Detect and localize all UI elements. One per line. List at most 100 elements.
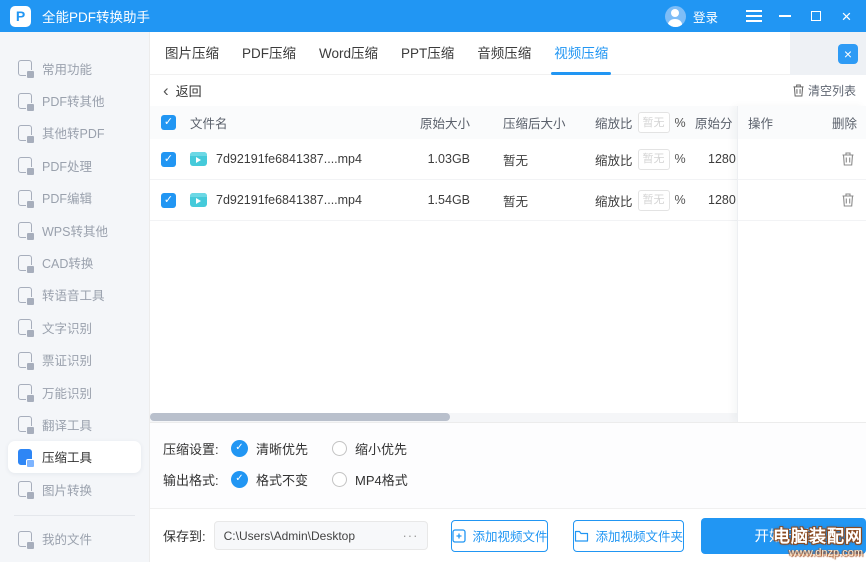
start-compress-button[interactable]: 开始压缩 [701, 517, 866, 554]
my-files-icon [18, 530, 35, 550]
sidebar-item-cad-convert[interactable]: CAD转换 [0, 246, 149, 278]
add-video-folder-button[interactable]: 添加视频文件夹 [573, 519, 684, 552]
select-all-checkbox[interactable] [161, 115, 176, 130]
scale-ratio-input[interactable] [637, 189, 670, 211]
scale-ratio-input[interactable] [637, 148, 670, 170]
option-size-first[interactable]: 缩小优先 [355, 439, 407, 458]
tab-word-compress[interactable]: Word压缩 [319, 32, 378, 75]
hamburger-icon [745, 15, 762, 17]
compress-setting-row: 压缩设置: 清晰优先 缩小优先 [163, 438, 431, 458]
save-path-input[interactable] [223, 528, 403, 543]
main-panel: 图片压缩 PDF压缩 Word压缩 PPT压缩 音频压缩 视频压缩 × ‹ 返回 … [150, 32, 866, 562]
row-compressed-size: 暂无 [503, 153, 529, 168]
close-button[interactable]: × [831, 0, 862, 32]
row-original-size: 1.03GB [427, 152, 470, 166]
sidebar-item-common-functions[interactable]: 常用功能 [0, 52, 149, 84]
menu-button[interactable] [738, 0, 769, 32]
close-icon: × [841, 6, 852, 26]
cad-convert-icon [18, 254, 35, 274]
radio-clarity-first-selected[interactable] [231, 439, 248, 457]
sidebar-item-pdf-edit[interactable]: PDF编辑 [0, 182, 149, 214]
sidebar-item-to-speech[interactable]: 转语音工具 [0, 279, 149, 311]
compress-setting-label: 压缩设置: [163, 441, 219, 457]
add-file-icon [452, 528, 467, 543]
tab-image-compress[interactable]: 图片压缩 [165, 32, 219, 75]
row-checkbox[interactable] [161, 151, 176, 167]
add-video-file-button[interactable]: 添加视频文件 [451, 519, 549, 552]
video-file-icon [190, 152, 207, 166]
sidebar-item-label: 其他转PDF [42, 127, 105, 142]
compress-settings-panel: 压缩设置: 清晰优先 缩小优先 输出格式: 格式不变 MP4格式 [150, 422, 866, 508]
compress-tools-icon [18, 448, 35, 468]
pdf-edit-icon [18, 189, 35, 209]
sidebar-item-label: 票证识别 [42, 354, 93, 369]
scrollbar-thumb[interactable] [150, 413, 450, 421]
sidebar-item-pdf-process[interactable]: PDF处理 [0, 149, 149, 181]
header-operation: 操作 [748, 117, 774, 131]
sidebar-item-compress-tools[interactable]: 压缩工具 [8, 440, 141, 474]
translate-tools-icon [18, 416, 35, 436]
universal-ocr-icon [18, 384, 35, 404]
start-compress-label: 开始压缩 [754, 529, 813, 545]
output-format-label: 输出格式: [163, 472, 219, 488]
wps-to-other-icon [18, 222, 35, 242]
action-header: 操作 删除 [738, 106, 866, 139]
sidebar-item-text-ocr[interactable]: 文字识别 [0, 311, 149, 343]
output-format-row: 输出格式: 格式不变 MP4格式 [163, 469, 432, 489]
row-scale-label: 缩放比 [595, 194, 633, 209]
horizontal-scrollbar[interactable] [150, 413, 737, 422]
radio-mp4-format[interactable] [332, 471, 348, 487]
login-button[interactable]: 登录 [693, 7, 718, 26]
option-mp4-format[interactable]: MP4格式 [355, 470, 408, 489]
close-panel-button[interactable]: × [838, 43, 858, 64]
sidebar-item-label: 图片转换 [42, 483, 93, 498]
clear-list-button[interactable]: 清空列表 [793, 82, 856, 99]
tab-pdf-compress[interactable]: PDF压缩 [242, 32, 296, 75]
footer-bar: 保存到: ··· 添加视频文件 添加视频文件夹 开始压缩 [150, 508, 866, 562]
sidebar-item-universal-ocr[interactable]: 万能识别 [0, 376, 149, 408]
sidebar-item-translate-tools[interactable]: 翻译工具 [0, 408, 149, 440]
radio-size-first[interactable] [332, 440, 348, 456]
delete-row-button[interactable] [842, 152, 854, 166]
user-avatar-icon[interactable] [664, 5, 686, 27]
sidebar-item-image-convert[interactable]: 图片转换 [0, 473, 149, 505]
text-ocr-icon [18, 319, 35, 339]
row-original-size: 1.54GB [427, 193, 470, 207]
tab-audio-compress[interactable]: 音频压缩 [477, 32, 531, 75]
sidebar-item-pdf-to-other[interactable]: PDF转其他 [0, 84, 149, 116]
tab-ppt-compress[interactable]: PPT压缩 [401, 32, 454, 75]
app-logo-icon: P [10, 5, 31, 27]
scale-ratio-input-all[interactable] [637, 112, 670, 133]
trash-icon [793, 84, 804, 97]
sidebar-item-other-to-pdf[interactable]: 其他转PDF [0, 117, 149, 149]
maximize-button[interactable] [800, 0, 831, 32]
save-to-label: 保存到: [163, 529, 206, 544]
header-scale-label: 缩放比 [595, 117, 633, 131]
back-button[interactable]: ‹ 返回 [163, 81, 202, 100]
folder-icon [575, 530, 589, 542]
option-clarity-first[interactable]: 清晰优先 [256, 439, 308, 458]
minimize-button[interactable] [769, 0, 800, 32]
sidebar-item-label: CAD转换 [42, 257, 94, 272]
trash-icon [842, 152, 854, 166]
option-keep-format[interactable]: 格式不变 [256, 470, 308, 489]
titlebar-controls: 登录 × [664, 0, 866, 32]
row-filename: 7d92191fe6841387....mp4 [216, 152, 362, 166]
sidebar-item-wps-to-other[interactable]: WPS转其他 [0, 214, 149, 246]
header-filename: 文件名 [190, 117, 228, 131]
radio-keep-format-selected[interactable] [231, 470, 248, 488]
common-functions-icon [18, 60, 35, 80]
chevron-left-icon: ‹ [163, 81, 169, 100]
pdf-to-other-icon [18, 92, 35, 112]
sidebar-item-label: PDF处理 [42, 159, 93, 174]
browse-path-button[interactable]: ··· [402, 528, 418, 543]
sidebar-item-label: 我的文件 [42, 533, 93, 548]
row-checkbox[interactable] [161, 192, 176, 208]
tab-video-compress[interactable]: 视频压缩 [551, 32, 612, 75]
sidebar-item-label: 翻译工具 [42, 418, 93, 433]
sidebar-item-label: 万能识别 [42, 386, 93, 401]
sidebar-item-ticket-ocr[interactable]: 票证识别 [0, 344, 149, 376]
minimize-icon [778, 15, 791, 17]
delete-row-button[interactable] [842, 193, 854, 207]
sidebar-item-my-files[interactable]: 我的文件 [0, 522, 149, 554]
